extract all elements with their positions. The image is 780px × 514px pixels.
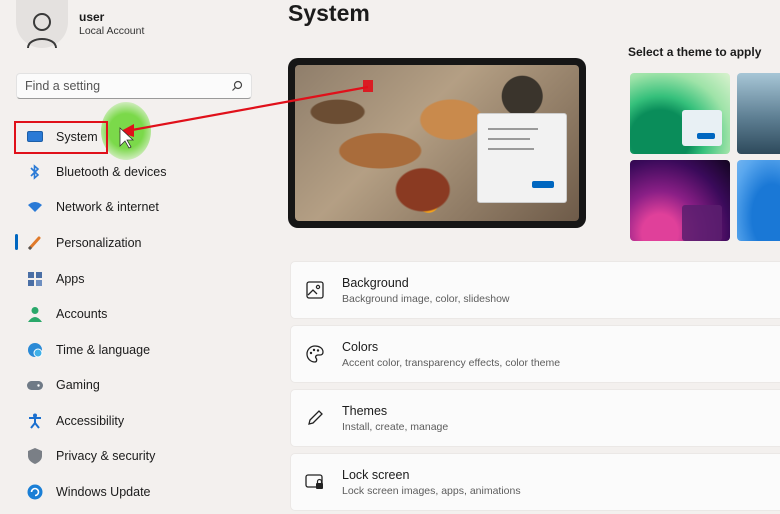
account-type: Local Account <box>79 25 145 37</box>
sidebar-item-gaming[interactable]: Gaming <box>16 370 256 400</box>
sidebar-item-label: Time & language <box>56 343 151 357</box>
sidebar-item-label: Accounts <box>56 307 108 321</box>
sidebar-item-label: Network & internet <box>56 200 159 214</box>
theme-tile[interactable] <box>630 160 730 241</box>
card-subtitle: Lock screen images, apps, animations <box>342 484 521 497</box>
accessibility-icon <box>26 412 44 430</box>
user-name: user <box>79 10 105 24</box>
sidebar-item-apps[interactable]: Apps <box>16 264 256 294</box>
page-title: System <box>288 0 370 26</box>
sidebar-item-personalization[interactable]: Personalization <box>16 228 256 258</box>
theme-tile[interactable] <box>630 73 730 154</box>
background-card[interactable]: Background Background image, color, slid… <box>290 261 780 319</box>
card-subtitle: Accent color, transparency effects, colo… <box>342 356 561 369</box>
annotation-box <box>14 121 108 154</box>
card-title: Colors <box>342 339 379 354</box>
desktop-preview <box>288 58 586 228</box>
card-subtitle: Background image, color, slideshow <box>342 292 510 305</box>
apps-icon <box>26 270 44 288</box>
theme-heading: Select a theme to apply <box>628 45 762 59</box>
user-icon <box>27 13 57 48</box>
person-icon <box>26 305 44 323</box>
bluetooth-icon <box>26 163 44 181</box>
pen-icon <box>305 408 325 428</box>
globe-clock-icon <box>26 341 44 359</box>
theme-tile[interactable] <box>737 73 780 154</box>
sidebar-item-accounts[interactable]: Accounts <box>16 299 256 329</box>
search-placeholder: Find a setting <box>25 79 101 93</box>
search-input[interactable]: Find a setting <box>16 73 252 99</box>
colors-card[interactable]: Colors Accent color, transparency effect… <box>290 325 780 383</box>
card-title: Background <box>342 275 409 290</box>
search-icon[interactable] <box>231 80 243 92</box>
sidebar-item-bluetooth[interactable]: Bluetooth & devices <box>16 157 256 187</box>
sidebar: user Local Account Find a setting System… <box>0 0 270 514</box>
sidebar-item-label: Bluetooth & devices <box>56 165 167 179</box>
sidebar-item-label: Apps <box>56 272 85 286</box>
sidebar-item-time-language[interactable]: Time & language <box>16 335 256 365</box>
sidebar-item-windows-update[interactable]: Windows Update <box>16 477 256 507</box>
update-icon <box>26 483 44 501</box>
image-icon <box>305 280 325 300</box>
card-subtitle: Install, create, manage <box>342 420 449 433</box>
avatar[interactable] <box>16 0 68 48</box>
sidebar-item-privacy-security[interactable]: Privacy & security <box>16 441 256 471</box>
preview-window <box>477 113 567 203</box>
card-title: Themes <box>342 403 388 418</box>
palette-icon <box>305 344 325 364</box>
brush-icon <box>26 234 44 252</box>
wallpaper-preview <box>295 65 579 221</box>
sidebar-item-label: Personalization <box>56 236 142 250</box>
sidebar-item-accessibility[interactable]: Accessibility <box>16 406 256 436</box>
sidebar-item-label: Accessibility <box>56 414 125 428</box>
lock-screen-card[interactable]: Lock screen Lock screen images, apps, an… <box>290 453 780 511</box>
shield-icon <box>26 447 44 465</box>
themes-card[interactable]: Themes Install, create, manage <box>290 389 780 447</box>
sidebar-item-label: Privacy & security <box>56 449 156 463</box>
theme-tile[interactable] <box>737 160 780 241</box>
gamepad-icon <box>26 376 44 394</box>
sidebar-item-label: Windows Update <box>56 485 151 499</box>
sidebar-item-label: Gaming <box>56 378 100 392</box>
sidebar-item-network[interactable]: Network & internet <box>16 192 256 222</box>
wifi-icon <box>26 198 44 216</box>
cursor-highlight <box>101 102 151 160</box>
lock-screen-icon <box>305 472 325 492</box>
card-title: Lock screen <box>342 467 410 482</box>
